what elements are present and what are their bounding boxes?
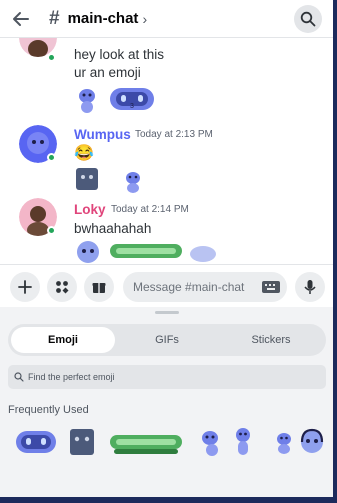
wumpus-stand-emoji[interactable] — [232, 425, 254, 459]
message-line: bwhaahahah — [74, 221, 152, 236]
tab-emoji[interactable]: Emoji — [11, 327, 115, 353]
drag-handle[interactable] — [155, 311, 179, 314]
apps-button[interactable] — [47, 272, 77, 302]
emoji-search[interactable] — [8, 365, 326, 389]
emoji-search-input[interactable] — [28, 372, 318, 382]
message-list[interactable]: hey look at this ur an emoji 3 Wumpus To… — [0, 38, 333, 264]
message-author[interactable]: Wumpus — [74, 127, 131, 142]
chevron-right-icon[interactable]: › — [142, 11, 147, 27]
arrow-left-icon — [13, 11, 29, 26]
channel-title[interactable]: main-chat — [68, 10, 139, 27]
gift-icon — [92, 283, 106, 293]
wumpus-robot-emoji[interactable]: 3 — [106, 84, 158, 114]
search-button[interactable] — [294, 5, 322, 33]
message-emoji: 😂 — [74, 145, 94, 162]
message-line: ur an emoji — [74, 65, 141, 80]
online-status-dot — [47, 226, 56, 235]
gift-button[interactable] — [84, 272, 114, 302]
channel-header: # main-chat › — [0, 0, 333, 38]
wumpus-wave-emoji[interactable] — [274, 425, 294, 459]
message-composer — [0, 264, 333, 307]
online-status-dot — [47, 53, 56, 62]
wumpus-wave-emoji[interactable] — [122, 168, 144, 194]
message-timestamp: Today at 2:14 PM — [111, 204, 189, 215]
tab-stickers[interactable]: Stickers — [219, 327, 323, 353]
channel-hash-icon: # — [49, 7, 60, 29]
wumpus-dance-emoji[interactable] — [74, 84, 100, 114]
message-author[interactable]: Loky — [74, 202, 106, 217]
snake-emoji[interactable] — [108, 238, 184, 264]
wumpus-gray-emoji[interactable] — [68, 425, 96, 459]
picker-tabs: Emoji GIFs Stickers — [8, 324, 326, 356]
online-status-dot — [47, 153, 56, 162]
wumpus-headset-emoji[interactable] — [74, 238, 102, 264]
emoji-picker: Emoji GIFs Stickers Frequently Used — [0, 307, 333, 497]
wumpus-dance-emoji[interactable] — [196, 425, 226, 459]
wumpus-gray-emoji[interactable] — [74, 166, 100, 192]
wumpus-robot-emoji[interactable] — [14, 425, 58, 459]
wumpus-headset-emoji[interactable] — [298, 425, 326, 459]
keyboard-icon — [262, 281, 280, 293]
message-timestamp: Today at 2:13 PM — [135, 129, 213, 140]
tab-gifs[interactable]: GIFs — [115, 327, 219, 353]
message-line: hey look at this — [74, 47, 165, 62]
wumpus-ghost-emoji[interactable] — [188, 240, 218, 264]
plus-icon — [18, 280, 32, 294]
section-frequently-used: Frequently Used — [8, 404, 89, 416]
keyboard-button[interactable] — [261, 280, 281, 294]
svg-text:3: 3 — [130, 103, 134, 110]
back-button[interactable] — [11, 9, 31, 29]
apps-icon — [56, 281, 69, 294]
snake-emoji[interactable] — [108, 425, 184, 459]
attach-button[interactable] — [10, 272, 40, 302]
microphone-icon — [304, 280, 316, 294]
search-icon — [14, 372, 24, 382]
app-frame: # main-chat › hey look at this ur an emo… — [0, 0, 337, 503]
search-icon — [300, 11, 316, 27]
voice-button[interactable] — [295, 272, 325, 302]
